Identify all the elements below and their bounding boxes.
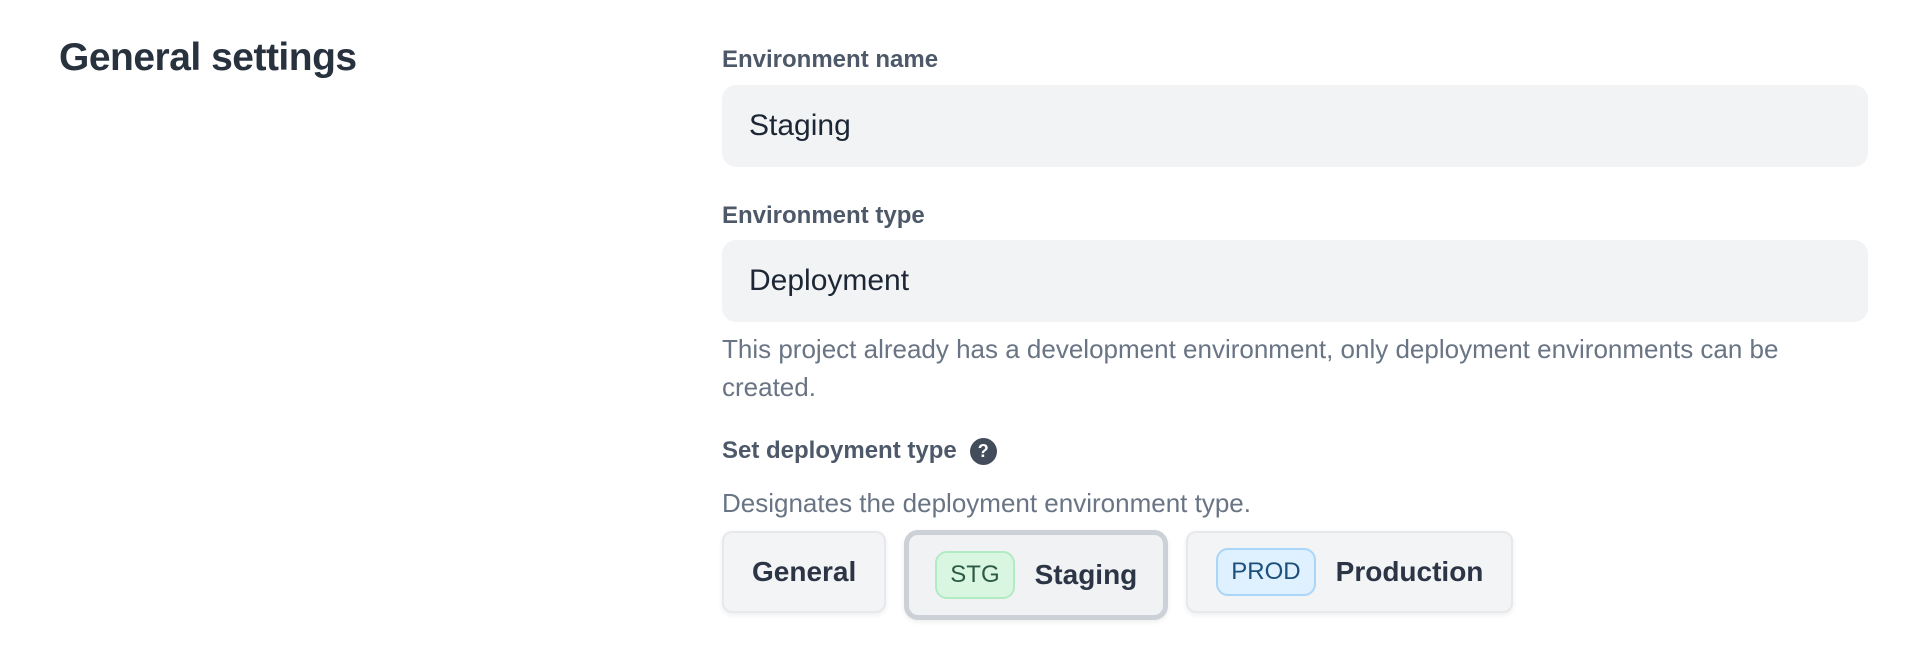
environment-type-label: Environment type [722,202,925,230]
set-deployment-type-row: Set deployment type ? [722,437,997,465]
environment-name-input[interactable] [722,85,1868,167]
page-title: General settings [59,36,357,80]
deployment-type-option-general[interactable]: General [722,531,886,613]
environment-type-help-text: This project already has a development e… [722,330,1832,406]
production-badge: PROD [1216,548,1315,597]
staging-badge: STG [935,551,1014,600]
option-general-label: General [752,556,856,588]
question-mark-help-icon[interactable]: ? [970,438,997,465]
environment-name-label: Environment name [722,46,938,74]
deployment-type-option-staging[interactable]: STG Staging [904,530,1168,620]
deployment-type-options: General STG Staging PROD Production [722,531,1513,620]
option-staging-label: Staging [1035,559,1138,591]
deployment-type-option-production[interactable]: PROD Production [1186,531,1513,613]
deployment-type-description: Designates the deployment environment ty… [722,486,1251,520]
set-deployment-type-label: Set deployment type [722,437,957,465]
environment-type-input[interactable] [722,240,1868,322]
option-production-label: Production [1336,556,1484,588]
